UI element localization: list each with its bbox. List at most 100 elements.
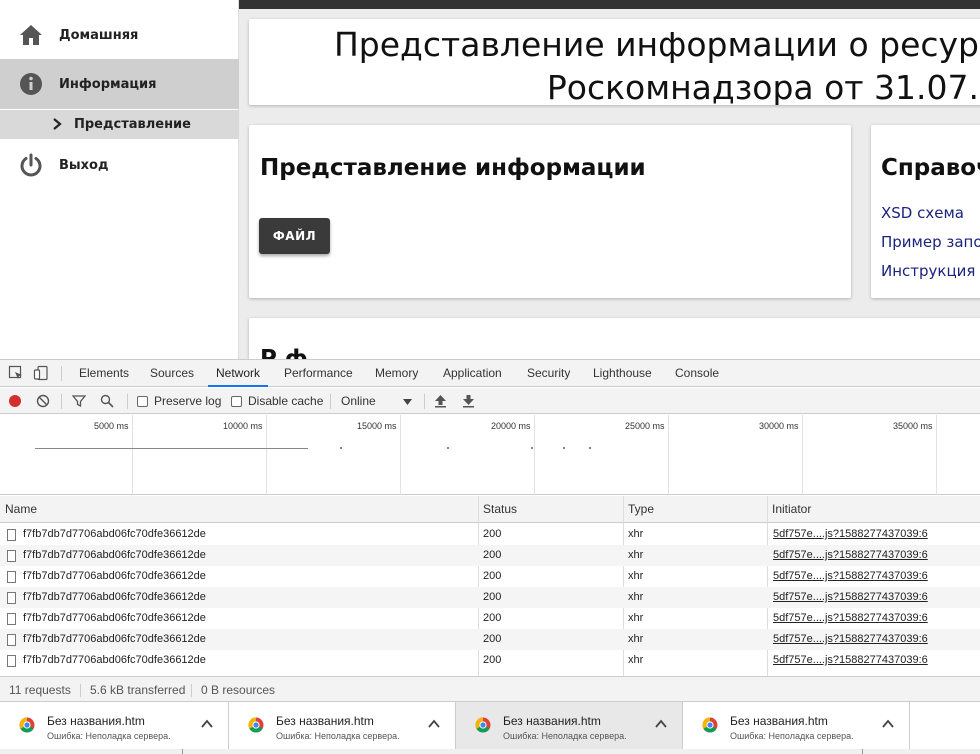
- tab-memory[interactable]: Memory: [375, 360, 418, 387]
- document-icon: [7, 634, 16, 646]
- download-item[interactable]: Без названия.htm Ошибка: Неполадка сервер…: [683, 702, 910, 749]
- resources-size: 0 B resources: [201, 683, 276, 697]
- chevron-up-icon[interactable]: [200, 717, 214, 731]
- network-overview-timeline[interactable]: 5000 ms 10000 ms 15000 ms 20000 ms 25000…: [0, 415, 980, 495]
- chevron-up-icon[interactable]: [654, 717, 668, 731]
- timeline-gridline: [936, 415, 937, 495]
- request-count: 11 requests: [9, 683, 71, 697]
- taskbar-segment: [182, 749, 242, 754]
- column-header-name[interactable]: Name: [0, 496, 37, 523]
- request-initiator-link[interactable]: 5df757e....js?1588277437039:6: [773, 608, 928, 629]
- network-request-table: Name Status Type Initiator f7fb7db7d7706…: [0, 496, 980, 676]
- chevron-up-icon[interactable]: [427, 717, 441, 731]
- request-name: f7fb7db7d7706abd06fc70dfe36612de: [23, 654, 206, 666]
- document-icon: [7, 550, 16, 562]
- toolbar-divider: [61, 394, 62, 409]
- request-initiator-link[interactable]: 5df757e....js?1588277437039:6: [773, 545, 928, 566]
- power-icon: [18, 152, 44, 178]
- request-status: 200: [483, 633, 502, 645]
- sidebar-item-info[interactable]: Информация: [0, 59, 239, 109]
- chrome-icon: [19, 717, 35, 733]
- request-name: f7fb7db7d7706abd06fc70dfe36612de: [23, 633, 206, 645]
- table-row[interactable]: f7fb7db7d7706abd06fc70dfe36612de 200 xhr 5d…: [0, 608, 980, 629]
- download-status: Ошибка: Неполадка сервера.: [503, 731, 627, 741]
- tab-application[interactable]: Application: [443, 360, 502, 387]
- download-icon[interactable]: [462, 388, 475, 414]
- request-initiator-link[interactable]: 5df757e....js?1588277437039:6: [773, 587, 928, 608]
- timeline-tick-label: 5000 ms: [94, 421, 129, 431]
- xsd-schema-link[interactable]: XSD схема: [881, 204, 964, 222]
- download-item[interactable]: Без названия.htm Ошибка: Неполадка сервер…: [456, 702, 683, 749]
- tab-network[interactable]: Network: [208, 360, 269, 387]
- request-name: f7fb7db7d7706abd06fc70dfe36612de: [23, 549, 206, 561]
- download-shelf: Без названия.htm Ошибка: Неполадка сервер…: [0, 701, 980, 754]
- example-link[interactable]: Пример запо: [881, 233, 980, 251]
- timeline-request-marker: [340, 447, 342, 449]
- disable-cache-checkbox[interactable]: Disable cache: [231, 388, 323, 414]
- download-status: Ошибка: Неполадка сервера.: [276, 731, 400, 741]
- devtools-panel: Elements Sources Network Performance Mem…: [0, 359, 980, 702]
- request-initiator-link[interactable]: 5df757e....js?1588277437039:6: [773, 524, 928, 545]
- document-icon: [7, 592, 16, 604]
- bottom-card: Р ф: [249, 318, 980, 360]
- clear-icon[interactable]: [36, 388, 50, 414]
- timeline-gridline: [132, 415, 133, 495]
- document-icon: [7, 529, 16, 541]
- info-card: Представление информации ФАЙЛ: [249, 125, 851, 298]
- column-header-status[interactable]: Status: [478, 496, 517, 523]
- preserve-log-label: Preserve log: [154, 394, 222, 408]
- preserve-log-checkbox[interactable]: Preserve log: [137, 388, 221, 414]
- tab-sources[interactable]: Sources: [150, 360, 194, 387]
- device-toolbar-icon[interactable]: [33, 365, 49, 381]
- table-row[interactable]: f7fb7db7d7706abd06fc70dfe36612de 200 xhr 5d…: [0, 629, 980, 650]
- taskbar-strip: [0, 749, 980, 754]
- table-row[interactable]: f7fb7db7d7706abd06fc70dfe36612de 200 xhr 5d…: [0, 587, 980, 608]
- request-type: xhr: [628, 570, 644, 582]
- document-icon: [7, 571, 16, 583]
- chrome-icon: [475, 717, 491, 733]
- disable-cache-label: Disable cache: [248, 394, 324, 408]
- throttling-select[interactable]: Online: [341, 388, 412, 414]
- table-row[interactable]: f7fb7db7d7706abd06fc70dfe36612de 200 xhr 5d…: [0, 524, 980, 545]
- download-item[interactable]: Без названия.htm Ошибка: Неполадка сервер…: [229, 702, 456, 749]
- timeline-gridline: [400, 415, 401, 495]
- filter-icon[interactable]: [72, 388, 86, 414]
- throttling-value: Online: [341, 394, 376, 408]
- inspect-element-icon[interactable]: [8, 365, 24, 381]
- table-row[interactable]: f7fb7db7d7706abd06fc70dfe36612de 200 xhr 5d…: [0, 545, 980, 566]
- tab-lighthouse[interactable]: Lighthouse: [593, 360, 652, 387]
- table-header: Name Status Type Initiator: [0, 496, 980, 523]
- search-icon[interactable]: [100, 388, 114, 414]
- timeline-tick-label: 25000 ms: [625, 421, 665, 431]
- sidebar-item-exit[interactable]: Выход: [0, 145, 239, 185]
- chrome-icon: [702, 717, 718, 733]
- tab-elements[interactable]: Elements: [79, 360, 129, 387]
- table-row[interactable]: f7fb7db7d7706abd06fc70dfe36612de 200 xhr 5d…: [0, 650, 980, 671]
- chevron-right-icon: [52, 116, 62, 134]
- document-icon: [7, 613, 16, 625]
- sidebar-item-label: Представление: [74, 117, 191, 132]
- tab-performance[interactable]: Performance: [284, 360, 353, 387]
- download-filename: Без названия.htm: [503, 714, 601, 728]
- column-header-type[interactable]: Type: [623, 496, 654, 523]
- request-initiator-link[interactable]: 5df757e....js?1588277437039:6: [773, 650, 928, 671]
- toolbar-divider: [424, 394, 425, 409]
- request-name: f7fb7db7d7706abd06fc70dfe36612de: [23, 591, 206, 603]
- document-icon: [7, 655, 16, 667]
- column-header-initiator[interactable]: Initiator: [767, 496, 811, 523]
- sidebar-item-home[interactable]: Домашняя: [0, 15, 239, 55]
- download-item[interactable]: Без названия.htm Ошибка: Неполадка сервер…: [0, 702, 229, 749]
- upload-icon[interactable]: [434, 388, 447, 414]
- instruction-link[interactable]: Инструкция п: [881, 262, 980, 280]
- request-initiator-link[interactable]: 5df757e....js?1588277437039:6: [773, 566, 928, 587]
- tab-security[interactable]: Security: [527, 360, 570, 387]
- web-page: Домашняя Информация Представление Выход …: [0, 0, 980, 360]
- request-status: 200: [483, 612, 502, 624]
- sidebar-subitem-presentation[interactable]: Представление: [0, 110, 239, 139]
- file-button[interactable]: ФАЙЛ: [259, 218, 330, 254]
- record-icon[interactable]: [8, 388, 22, 414]
- request-initiator-link[interactable]: 5df757e....js?1588277437039:6: [773, 629, 928, 650]
- chevron-up-icon[interactable]: [881, 717, 895, 731]
- table-row[interactable]: f7fb7db7d7706abd06fc70dfe36612de 200 xhr 5d…: [0, 566, 980, 587]
- tab-console[interactable]: Console: [675, 360, 719, 387]
